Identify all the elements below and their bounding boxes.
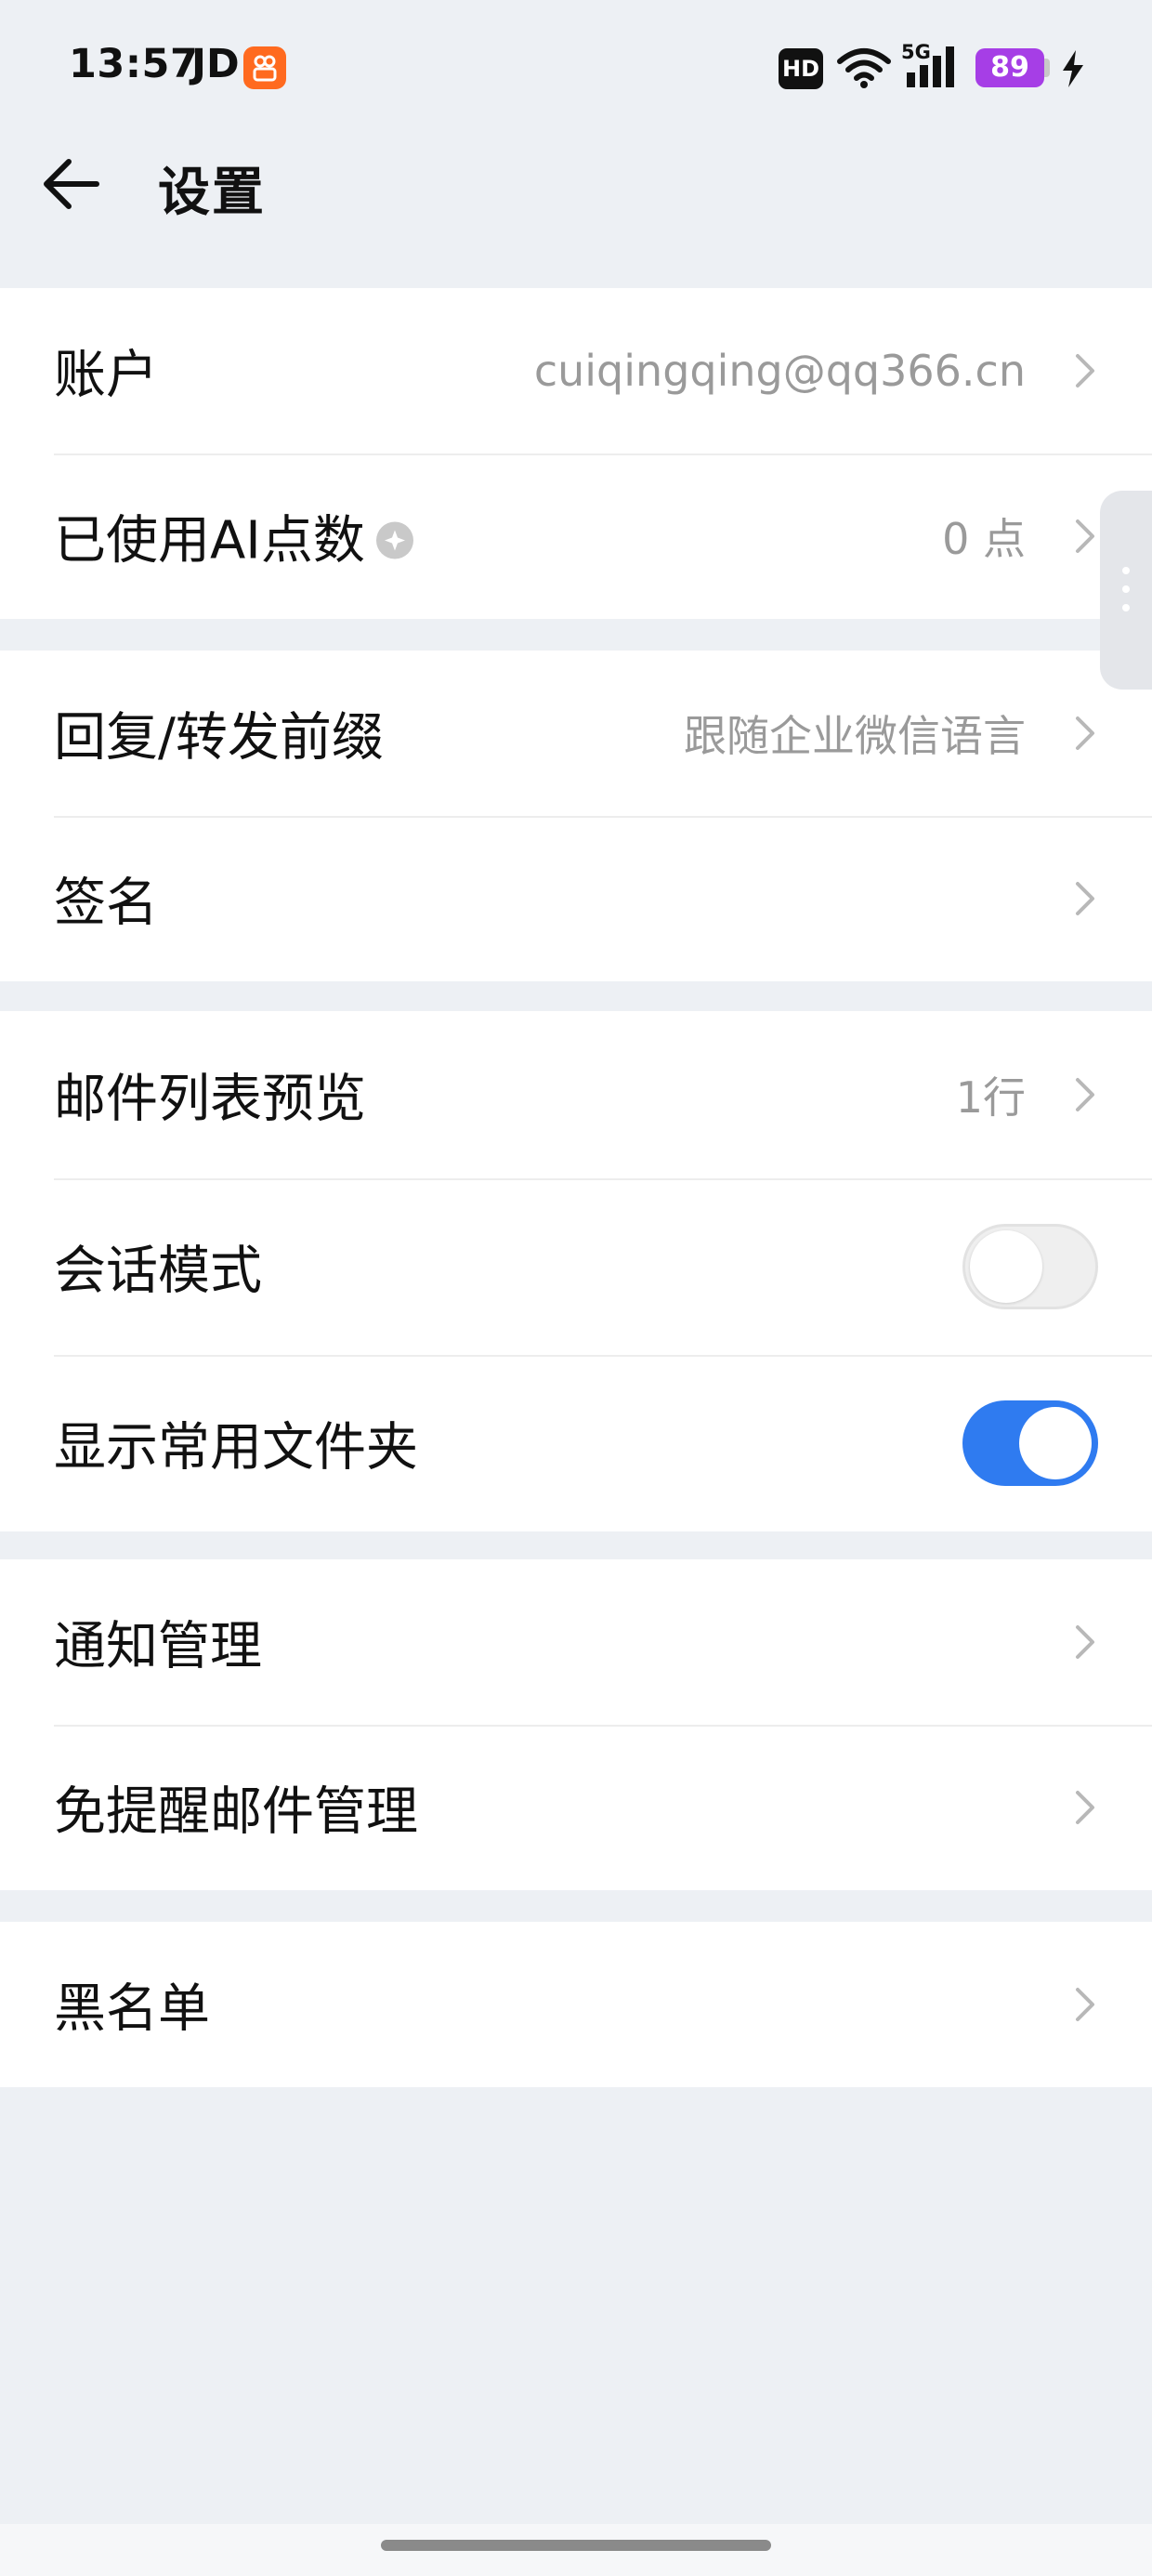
row-value: 1行 [955,1072,1026,1123]
conversation-mode-toggle[interactable] [962,1224,1098,1309]
status-bar: 13:57 JD HD 5G 89 [0,0,1152,138]
status-carrier-app: JD [191,41,240,87]
arrow-left-icon [44,159,99,209]
chevron-right-icon [1076,519,1094,553]
settings-group-blacklist: 黑名单 [0,1922,1152,2087]
row-common-folders: 显示常用文件夹 [0,1355,1152,1531]
row-label-text: 已使用AI点数 [54,510,365,572]
chevron-right-icon [1076,1625,1094,1659]
row-value: cuiqingqing@qq366.cn [533,346,1026,396]
row-blacklist[interactable]: 黑名单 [0,1922,1152,2087]
settings-group-display: 邮件列表预览 1行 会话模式 显示常用文件夹 [0,1011,1152,1531]
chevron-right-icon [1076,1988,1094,2021]
chevron-right-icon [1076,1791,1094,1824]
handle-dot [1122,567,1130,574]
page-title: 设置 [158,163,266,223]
home-indicator[interactable] [381,2540,771,2551]
handle-dot [1122,585,1130,593]
row-label: 显示常用文件夹 [54,1417,418,1479]
row-label: 回复/转发前缀 [54,707,384,769]
row-label: 会话模式 [54,1241,262,1302]
chevron-right-icon [1076,354,1094,388]
floating-side-handle[interactable] [1100,491,1152,690]
charging-icon [1059,48,1087,93]
settings-group-compose: 回复/转发前缀 跟随企业微信语言 签名 [0,651,1152,981]
handle-dot [1122,604,1130,611]
signal-icon [903,45,961,91]
row-label: 黑名单 [54,1978,210,2040]
row-label: 邮件列表预览 [54,1069,366,1130]
row-value: 跟随企业微信语言 [684,711,1026,761]
battery-indicator: 89 [975,48,1044,87]
row-mute-mail-management[interactable]: 免提醒邮件管理 [0,1725,1152,1890]
row-account[interactable]: 账户 cuiqingqing@qq366.cn [0,288,1152,453]
row-label: 免提醒邮件管理 [54,1781,418,1843]
row-label: 已使用AI点数 [54,499,413,574]
battery-tip [1044,59,1050,77]
app-badge-icon [243,46,286,89]
toggle-knob [1019,1407,1092,1479]
chevron-right-icon [1076,716,1094,750]
row-reply-prefix[interactable]: 回复/转发前缀 跟随企业微信语言 [0,651,1152,816]
row-label: 账户 [54,345,158,406]
row-conversation-mode: 会话模式 [0,1178,1152,1355]
settings-group-notifications: 通知管理 免提醒邮件管理 [0,1559,1152,1890]
row-notification-management[interactable]: 通知管理 [0,1559,1152,1725]
toggle-knob [970,1230,1042,1303]
row-list-preview[interactable]: 邮件列表预览 1行 [0,1011,1152,1178]
row-label: 通知管理 [54,1616,262,1677]
row-value: 0 点 [942,514,1026,564]
chevron-right-icon [1076,882,1094,915]
row-label: 签名 [54,873,158,934]
row-ai-points[interactable]: 已使用AI点数 0 点 [0,453,1152,619]
header: 设置 [0,138,1152,286]
settings-group-account: 账户 cuiqingqing@qq366.cn 已使用AI点数 0 点 [0,288,1152,619]
back-button[interactable] [33,147,108,221]
row-signature[interactable]: 签名 [0,816,1152,981]
wifi-icon [836,46,892,93]
common-folders-toggle[interactable] [962,1400,1098,1486]
status-time: 13:57 [69,41,199,87]
sparkle-info-icon[interactable] [375,521,413,559]
chevron-right-icon [1076,1078,1094,1111]
hd-badge: HD [779,48,823,89]
